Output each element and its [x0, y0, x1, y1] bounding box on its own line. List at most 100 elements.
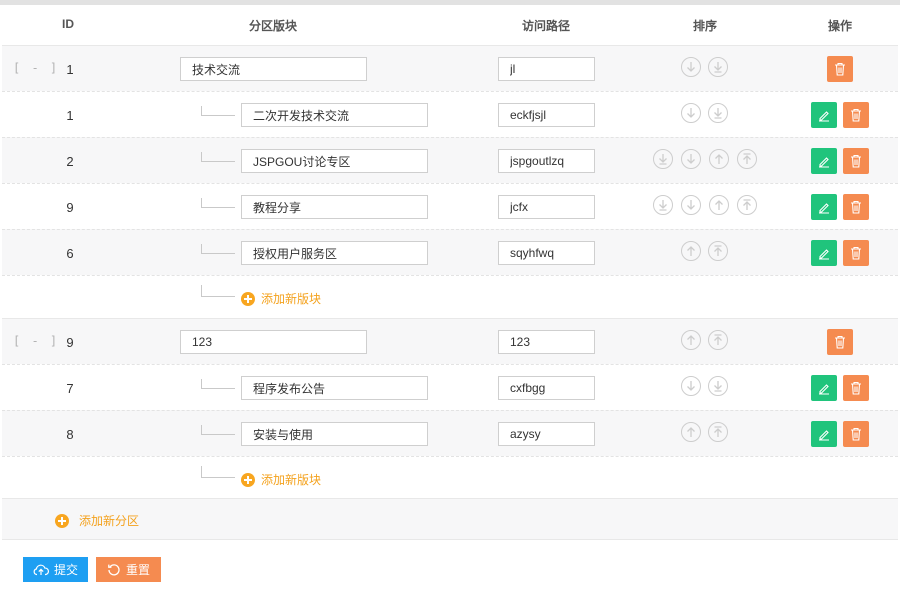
delete-button[interactable] [843, 240, 869, 266]
zone-id: 9 [66, 335, 74, 350]
arrow-up-icon [687, 335, 695, 345]
board-name-input[interactable] [241, 103, 428, 127]
edit-button[interactable] [811, 148, 837, 174]
zone-path-input[interactable] [498, 330, 595, 354]
board-row: 1 [2, 91, 898, 137]
board-row: 8 [2, 410, 898, 456]
move-down-button[interactable] [681, 376, 701, 396]
reset-label: 重置 [125, 563, 150, 577]
arrow-down-bar-icon [659, 154, 667, 165]
move-up-button[interactable] [681, 422, 701, 442]
move-bottom-button[interactable] [708, 57, 728, 77]
edit-button[interactable] [811, 102, 837, 128]
zone-name-input[interactable] [180, 57, 367, 81]
delete-button[interactable] [827, 56, 853, 82]
edit-button[interactable] [811, 240, 837, 266]
delete-button[interactable] [827, 329, 853, 355]
board-path-input[interactable] [498, 149, 595, 173]
delete-button[interactable] [843, 375, 869, 401]
arrow-down-bar-icon [714, 381, 722, 392]
zone-row: [ - ] 9 [2, 318, 898, 364]
tree-connector [201, 379, 235, 389]
board-name-input[interactable] [241, 195, 428, 219]
move-top-button[interactable] [708, 330, 728, 350]
pencil-icon [819, 111, 829, 122]
move-down-button[interactable] [681, 103, 701, 123]
refresh-icon [108, 563, 120, 575]
zone-path-input[interactable] [498, 57, 595, 81]
plus-circle-icon [55, 513, 69, 528]
move-down-button[interactable] [681, 195, 701, 215]
trash-icon [851, 154, 861, 168]
move-bottom-button[interactable] [653, 195, 673, 215]
zone-name-input[interactable] [180, 330, 367, 354]
board-name-input[interactable] [241, 241, 428, 265]
add-zone-label: 添加新分区 [79, 514, 140, 528]
tree-connector [201, 152, 235, 162]
move-bottom-button[interactable] [708, 376, 728, 396]
board-path-input[interactable] [498, 376, 595, 400]
board-name-input[interactable] [241, 422, 428, 446]
move-top-button[interactable] [708, 422, 728, 442]
add-zone-button[interactable]: 添加新分区 [55, 512, 139, 529]
board-name-input[interactable] [241, 376, 428, 400]
arrow-up-icon [715, 200, 723, 210]
plus-circle-icon [241, 472, 255, 487]
edit-button[interactable] [811, 375, 837, 401]
arrow-up-bar-icon [743, 153, 751, 164]
cloud-upload-icon [33, 564, 49, 576]
reset-button[interactable]: 重置 [96, 557, 161, 582]
board-path-input[interactable] [498, 103, 595, 127]
move-up-button[interactable] [709, 195, 729, 215]
pencil-icon [819, 157, 829, 168]
move-up-button[interactable] [681, 330, 701, 350]
add-board-label: 添加新版块 [261, 292, 322, 306]
add-board-label: 添加新版块 [261, 473, 322, 487]
delete-button[interactable] [843, 421, 869, 447]
edit-button[interactable] [811, 421, 837, 447]
delete-button[interactable] [843, 194, 869, 220]
delete-button[interactable] [843, 148, 869, 174]
arrow-down-icon [687, 200, 695, 210]
col-sort: 排序 [692, 19, 717, 33]
arrow-up-bar-icon [714, 245, 722, 256]
board-path-input[interactable] [498, 422, 595, 446]
board-id: 6 [66, 246, 74, 261]
move-down-button[interactable] [681, 149, 701, 169]
submit-button[interactable]: 提交 [23, 557, 88, 582]
delete-button[interactable] [843, 102, 869, 128]
arrow-up-icon [687, 427, 695, 437]
move-up-button[interactable] [709, 149, 729, 169]
tree-connector [201, 466, 235, 478]
trash-icon [851, 427, 861, 441]
move-down-button[interactable] [681, 57, 701, 77]
arrow-up-icon [715, 154, 723, 164]
board-name-input[interactable] [241, 149, 428, 173]
add-board-row: 添加新版块 [2, 275, 898, 317]
board-path-input[interactable] [498, 195, 595, 219]
col-actions: 操作 [827, 19, 852, 33]
pencil-icon [819, 203, 829, 214]
board-path-input[interactable] [498, 241, 595, 265]
table-header: ID 分区版块 访问路径 排序 操作 [0, 5, 900, 45]
board-id: 1 [66, 108, 74, 123]
pencil-icon [819, 249, 829, 260]
move-bottom-button[interactable] [653, 149, 673, 169]
add-board-button[interactable]: 添加新版块 [241, 290, 321, 307]
move-top-button[interactable] [708, 241, 728, 261]
move-up-button[interactable] [681, 241, 701, 261]
move-bottom-button[interactable] [708, 103, 728, 123]
arrow-up-icon [687, 246, 695, 256]
plus-circle-icon [241, 291, 255, 306]
tree-connector [201, 106, 235, 116]
board-row: 2 [2, 137, 898, 183]
board-id: 7 [66, 381, 74, 396]
pencil-icon [819, 430, 829, 441]
edit-button[interactable] [811, 194, 837, 220]
move-top-button[interactable] [737, 149, 757, 169]
tree-connector [201, 285, 235, 297]
col-path: 访问路径 [521, 19, 570, 33]
move-top-button[interactable] [737, 195, 757, 215]
add-board-button[interactable]: 添加新版块 [241, 471, 321, 488]
trash-icon [851, 200, 861, 214]
